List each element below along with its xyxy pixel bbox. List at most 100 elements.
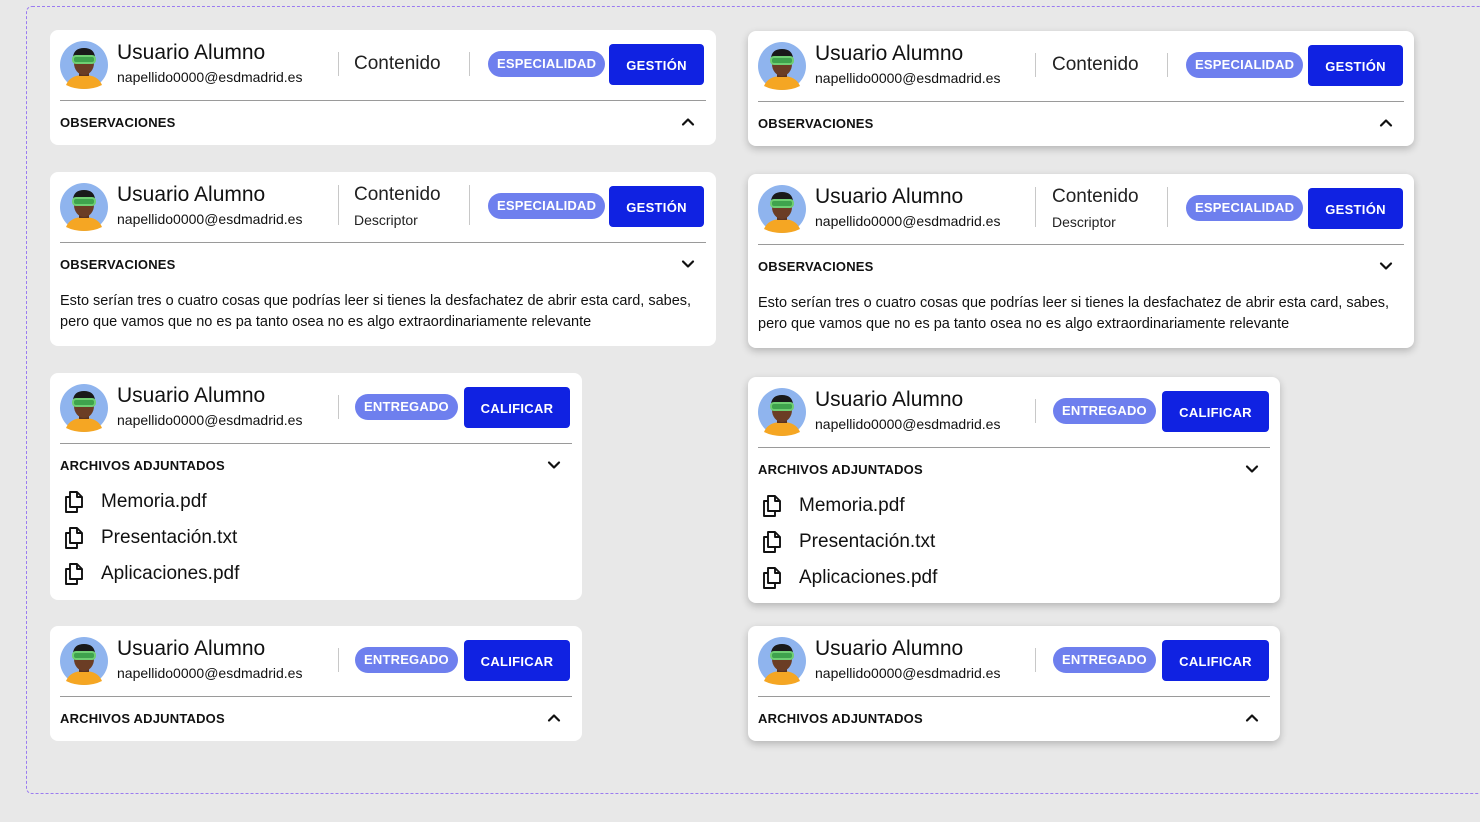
grade-button[interactable]: CALIFICAR [1162, 640, 1269, 681]
attachments-header[interactable]: ARCHIVOS ADJUNTADOS [60, 697, 572, 739]
chevron-down-icon[interactable] [546, 457, 562, 473]
observations-title: OBSERVACIONES [758, 259, 874, 274]
divider [1035, 187, 1036, 227]
user-name: Usuario Alumno [815, 42, 964, 65]
submission-card-collapsed: Usuario Alumno napellido0000@esdmadrid.e… [50, 626, 582, 741]
file-name: Aplicaciones.pdf [101, 563, 240, 584]
attachment-item[interactable]: Aplicaciones.pdf [60, 558, 572, 594]
divider [469, 185, 470, 225]
divider [338, 395, 339, 419]
file-icon [62, 562, 86, 586]
manage-button[interactable]: GESTIÓN [609, 186, 704, 227]
avatar [758, 185, 806, 233]
chevron-down-icon[interactable] [680, 256, 696, 272]
student-card-content-collapsed: Usuario Alumno napellido0000@esdmadrid.e… [748, 31, 1414, 146]
attachment-item[interactable]: Memoria.pdf [60, 486, 572, 522]
chevron-down-icon[interactable] [1244, 461, 1260, 477]
attachments-header[interactable]: ARCHIVOS ADJUNTADOS [758, 697, 1270, 739]
attachment-item[interactable]: Aplicaciones.pdf [758, 562, 1270, 598]
attachments-title: ARCHIVOS ADJUNTADOS [758, 711, 923, 726]
chevron-down-icon[interactable] [1378, 258, 1394, 274]
delivered-badge: ENTREGADO [355, 647, 458, 673]
student-card-content-collapsed: Usuario Alumno napellido0000@esdmadrid.e… [50, 30, 716, 145]
chevron-up-icon[interactable] [546, 710, 562, 726]
divider [338, 648, 339, 672]
observations-header[interactable]: OBSERVACIONES [758, 102, 1404, 144]
avatar [758, 388, 806, 436]
grade-button[interactable]: CALIFICAR [1162, 391, 1269, 432]
speciality-badge: ESPECIALIDAD [1186, 52, 1304, 78]
descriptor-label: Descriptor [354, 212, 418, 228]
avatar [758, 637, 806, 685]
attachment-item[interactable]: Presentación.txt [758, 526, 1270, 562]
speciality-badge: ESPECIALIDAD [488, 193, 606, 219]
manage-button[interactable]: GESTIÓN [1308, 45, 1403, 86]
file-name: Presentación.txt [799, 531, 936, 552]
observations-text: Esto serían tres o cuatro cosas que podr… [60, 293, 692, 330]
delivered-badge: ENTREGADO [355, 394, 458, 420]
attachments-header[interactable]: ARCHIVOS ADJUNTADOS [60, 444, 572, 486]
user-name: Usuario Alumno [815, 637, 964, 660]
avatar [60, 637, 108, 685]
avatar [60, 183, 108, 231]
user-email: napellido0000@esdmadrid.es [815, 416, 1001, 432]
grade-button[interactable]: CALIFICAR [464, 640, 570, 681]
chevron-up-icon[interactable] [680, 114, 696, 130]
divider [338, 185, 339, 225]
observations-header[interactable]: OBSERVACIONES [758, 245, 1404, 287]
content-label: Contenido [354, 53, 441, 74]
user-email: napellido0000@esdmadrid.es [815, 665, 1001, 681]
submission-card-expanded: Usuario Alumno napellido0000@esdmadrid.e… [50, 373, 582, 600]
user-name: Usuario Alumno [117, 384, 266, 407]
manage-button[interactable]: GESTIÓN [1308, 188, 1403, 229]
divider [1035, 53, 1036, 77]
attachments-title: ARCHIVOS ADJUNTADOS [60, 711, 225, 726]
content-label: Contenido [354, 184, 441, 205]
grade-button[interactable]: CALIFICAR [464, 387, 570, 428]
avatar [758, 42, 806, 90]
user-email: napellido0000@esdmadrid.es [815, 70, 1001, 86]
divider [1035, 648, 1036, 672]
observations-title: OBSERVACIONES [60, 257, 176, 272]
file-icon [760, 530, 784, 554]
delivered-badge: ENTREGADO [1053, 647, 1156, 673]
speciality-badge: ESPECIALIDAD [1186, 195, 1304, 221]
file-icon [62, 490, 86, 514]
divider [1035, 399, 1036, 423]
user-email: napellido0000@esdmadrid.es [117, 69, 303, 85]
attachments-title: ARCHIVOS ADJUNTADOS [758, 462, 923, 477]
file-icon [760, 566, 784, 590]
user-name: Usuario Alumno [815, 388, 964, 411]
user-email: napellido0000@esdmadrid.es [117, 412, 303, 428]
manage-button[interactable]: GESTIÓN [609, 44, 704, 85]
file-icon [62, 526, 86, 550]
observations-header[interactable]: OBSERVACIONES [60, 243, 706, 285]
divider [469, 52, 470, 76]
observations-header[interactable]: OBSERVACIONES [60, 101, 706, 143]
file-name: Aplicaciones.pdf [799, 567, 938, 588]
chevron-up-icon[interactable] [1244, 710, 1260, 726]
file-name: Memoria.pdf [799, 495, 905, 516]
observations-title: OBSERVACIONES [60, 115, 176, 130]
attachments-title: ARCHIVOS ADJUNTADOS [60, 458, 225, 473]
student-card-content-expanded: Usuario Alumno napellido0000@esdmadrid.e… [748, 174, 1414, 348]
observations-text: Esto serían tres o cuatro cosas que podr… [758, 295, 1390, 332]
attachments-header[interactable]: ARCHIVOS ADJUNTADOS [758, 448, 1270, 490]
divider [1167, 187, 1168, 227]
divider [1167, 53, 1168, 77]
user-name: Usuario Alumno [815, 185, 964, 208]
user-name: Usuario Alumno [117, 41, 266, 64]
file-icon [760, 494, 784, 518]
chevron-up-icon[interactable] [1378, 115, 1394, 131]
divider [338, 52, 339, 76]
observations-title: OBSERVACIONES [758, 116, 874, 131]
attachment-item[interactable]: Presentación.txt [60, 522, 572, 558]
content-label: Contenido [1052, 186, 1139, 207]
user-name: Usuario Alumno [117, 637, 266, 660]
content-label: Contenido [1052, 54, 1139, 75]
avatar [60, 41, 108, 89]
file-name: Presentación.txt [101, 527, 238, 548]
student-card-content-expanded: Usuario Alumno napellido0000@esdmadrid.e… [50, 172, 716, 346]
attachment-item[interactable]: Memoria.pdf [758, 490, 1270, 526]
file-name: Memoria.pdf [101, 491, 207, 512]
